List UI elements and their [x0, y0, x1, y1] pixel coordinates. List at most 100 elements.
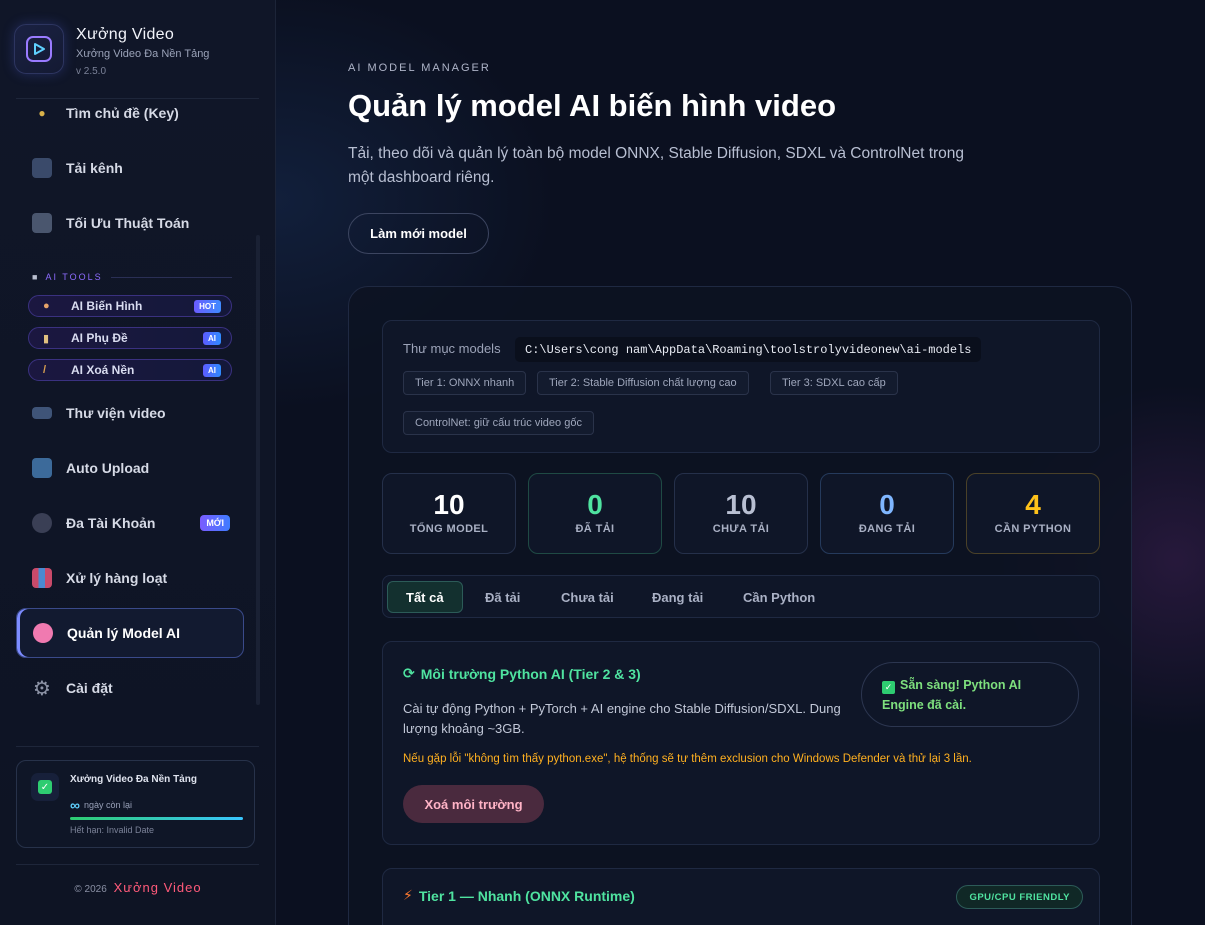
- sidebar-item-video-library[interactable]: Thư viện video: [16, 388, 244, 438]
- stat-not-downloaded: 10 CHƯA TẢI: [674, 473, 808, 554]
- ai-tool-transform[interactable]: ● AI Biến Hình HOT: [28, 295, 232, 317]
- sidebar-item-ai-model[interactable]: Quản lý Model AI: [16, 608, 244, 658]
- page-title: Quản lý model AI biến hình video: [348, 88, 837, 123]
- brand: Xưởng Video Xưởng Video Đa Nền Tảng v 2.…: [14, 24, 209, 80]
- tab-all[interactable]: Tất cả: [387, 581, 463, 613]
- ai-badge: AI: [203, 363, 221, 377]
- bar-chart-icon: [32, 568, 52, 588]
- sidebar-item-label: Tối Ưu Thuật Toán: [66, 215, 190, 231]
- palette-icon: ●: [43, 300, 50, 312]
- sidebar-item-label: Tìm chủ đề (Key): [66, 105, 179, 121]
- main-content: AI MODEL MANAGER Quản lý model AI biến h…: [276, 0, 1205, 925]
- lightning-icon: ⚡: [403, 887, 413, 903]
- sidebar: Xưởng Video Xưởng Video Đa Nền Tảng v 2.…: [0, 0, 276, 925]
- models-directory-path: C:\Users\cong nam\AppData\Roaming\toolst…: [515, 337, 982, 362]
- stat-label: CẦN PYTHON: [994, 523, 1072, 535]
- stat-label: TỔNG MODEL: [409, 523, 489, 535]
- sidebar-nav: ● Tìm chủ đề (Key) Tải kênh Tối Ưu Thuật…: [16, 98, 256, 734]
- inbox-tray-icon: [32, 458, 52, 478]
- tier-chip: ControlNet: giữ cấu trúc video gốc: [403, 411, 594, 435]
- stat-value: 0: [879, 489, 895, 520]
- tab-downloaded[interactable]: Đã tải: [467, 581, 538, 613]
- tier1-card: ⚡ Tier 1 — Nhanh (ONNX Runtime) GPU/CPU …: [382, 868, 1100, 925]
- refresh-cycle-icon: ⟳: [403, 665, 415, 681]
- sidebar-item-key-topics[interactable]: ● Tìm chủ đề (Key): [16, 98, 244, 138]
- page-eyebrow: AI MODEL MANAGER: [348, 62, 491, 74]
- brain-icon: [33, 623, 53, 643]
- filter-tabs: Tất cả Đã tải Chưa tải Đang tải Cần Pyth…: [382, 575, 1100, 618]
- tab-not-downloaded[interactable]: Chưa tải: [543, 581, 632, 613]
- models-directory-box: Thư mục models C:\Users\cong nam\AppData…: [382, 320, 1100, 453]
- python-env-warning: Nếu gặp lỗi "không tìm thấy python.exe",…: [403, 753, 972, 765]
- sidebar-item-settings[interactable]: ⚙ Cài đặt: [16, 663, 244, 713]
- control-knobs-icon: [32, 213, 52, 233]
- tier1-badge: GPU/CPU FRIENDLY: [956, 885, 1083, 909]
- stat-value: 10: [433, 489, 465, 520]
- python-env-description: Cài tự động Python + PyTorch + AI engine…: [403, 701, 841, 736]
- sidebar-divider: [16, 746, 259, 747]
- tier-chip: Tier 3: SDXL cao cấp: [770, 371, 898, 395]
- tier-chip: Tier 2: Stable Diffusion chất lượng cao: [537, 371, 749, 395]
- copyright-brand: Xưởng Video: [113, 880, 202, 895]
- stat-needs-python: 4 CẦN PYTHON: [966, 473, 1100, 554]
- key-icon: ●: [38, 106, 46, 120]
- sidebar-item-multi-account[interactable]: Đa Tài Khoản MỚI: [16, 498, 244, 548]
- python-env-card: ⟳ Môi trường Python AI (Tier 2 & 3) Cài …: [382, 641, 1100, 845]
- copyright: © 2026 Xưởng Video: [74, 880, 202, 895]
- robot-icon: ■: [32, 272, 40, 282]
- sidebar-item-auto-upload[interactable]: Auto Upload: [16, 443, 244, 493]
- users-icon: [32, 513, 52, 533]
- models-panel: Thư mục models C:\Users\cong nam\AppData…: [348, 286, 1132, 925]
- sidebar-item-algorithm[interactable]: Tối Ưu Thuật Toán: [16, 198, 244, 248]
- broom-icon: /: [43, 364, 47, 376]
- brand-subtitle: Xưởng Video Đa Nền Tảng: [76, 48, 210, 60]
- sidebar-item-batch[interactable]: Xử lý hàng loạt: [16, 553, 244, 603]
- memo-icon: ▮: [43, 332, 50, 345]
- models-directory-label: Thư mục models: [403, 341, 501, 356]
- ai-badge: AI: [203, 331, 221, 345]
- sidebar-item-label: Xử lý hàng loạt: [66, 570, 168, 586]
- hot-badge: HOT: [194, 299, 221, 313]
- sidebar-item-label: Thư viện video: [66, 405, 166, 421]
- stat-label: ĐÃ TẢI: [575, 523, 615, 535]
- stat-value: 10: [725, 489, 757, 520]
- sidebar-scrollbar[interactable]: [256, 235, 260, 705]
- sidebar-item-label: Auto Upload: [66, 460, 150, 476]
- license-days: ∞ ngày còn lại: [70, 797, 133, 813]
- tier1-title: ⚡ Tier 1 — Nhanh (ONNX Runtime): [403, 887, 635, 904]
- license-card: ✓ Xưởng Video Đa Nền Tảng ∞ ngày còn lại…: [16, 760, 255, 848]
- sidebar-item-download-channel[interactable]: Tải kênh: [16, 143, 244, 193]
- stat-value: 0: [587, 489, 603, 520]
- stat-label: ĐANG TẢI: [858, 523, 916, 535]
- license-expiry: Hết hạn: Invalid Date: [70, 825, 155, 835]
- gear-icon: ⚙: [33, 677, 51, 700]
- infinity-icon: ∞: [70, 797, 80, 813]
- check-icon: ✓: [882, 680, 895, 694]
- app-version: v 2.5.0: [76, 66, 107, 77]
- sidebar-item-label: Quản lý Model AI: [67, 625, 181, 641]
- app-logo-icon: [14, 24, 64, 74]
- python-env-title: ⟳ Môi trường Python AI (Tier 2 & 3): [403, 665, 641, 682]
- delete-env-button[interactable]: Xoá môi trường: [403, 785, 544, 823]
- sidebar-item-label: Tải kênh: [66, 160, 123, 176]
- page-subtitle: Tải, theo dõi và quản lý toàn bộ model O…: [348, 145, 965, 186]
- tab-needs-python[interactable]: Cần Python: [725, 581, 833, 613]
- ai-tool-remove-bg[interactable]: / AI Xoá Nền AI: [28, 359, 232, 381]
- sidebar-item-label: Cài đặt: [66, 680, 113, 696]
- refresh-models-button[interactable]: Làm mới model: [348, 213, 489, 254]
- sidebar-divider: [16, 864, 259, 865]
- license-progress-bar: [70, 817, 243, 820]
- license-title: Xưởng Video Đa Nền Tảng: [70, 774, 197, 785]
- stat-downloaded: 0 ĐÃ TẢI: [528, 473, 662, 554]
- license-check-icon: ✓: [31, 773, 59, 801]
- brand-name: Xưởng Video: [76, 26, 175, 43]
- ai-tool-subtitle[interactable]: ▮ AI Phụ Đề AI: [28, 327, 232, 349]
- stat-value: 4: [1025, 489, 1041, 520]
- tier-chip: Tier 1: ONNX nhanh: [403, 371, 527, 395]
- sidebar-item-label: Đa Tài Khoản: [66, 515, 156, 531]
- stat-label: CHƯA TẢI: [712, 523, 770, 535]
- film-strip-icon: [32, 407, 52, 419]
- python-env-status: ✓ Sẵn sàng! Python AI Engine đã cài.: [861, 662, 1079, 727]
- tv-icon: [32, 158, 52, 178]
- tab-downloading[interactable]: Đang tải: [634, 581, 721, 613]
